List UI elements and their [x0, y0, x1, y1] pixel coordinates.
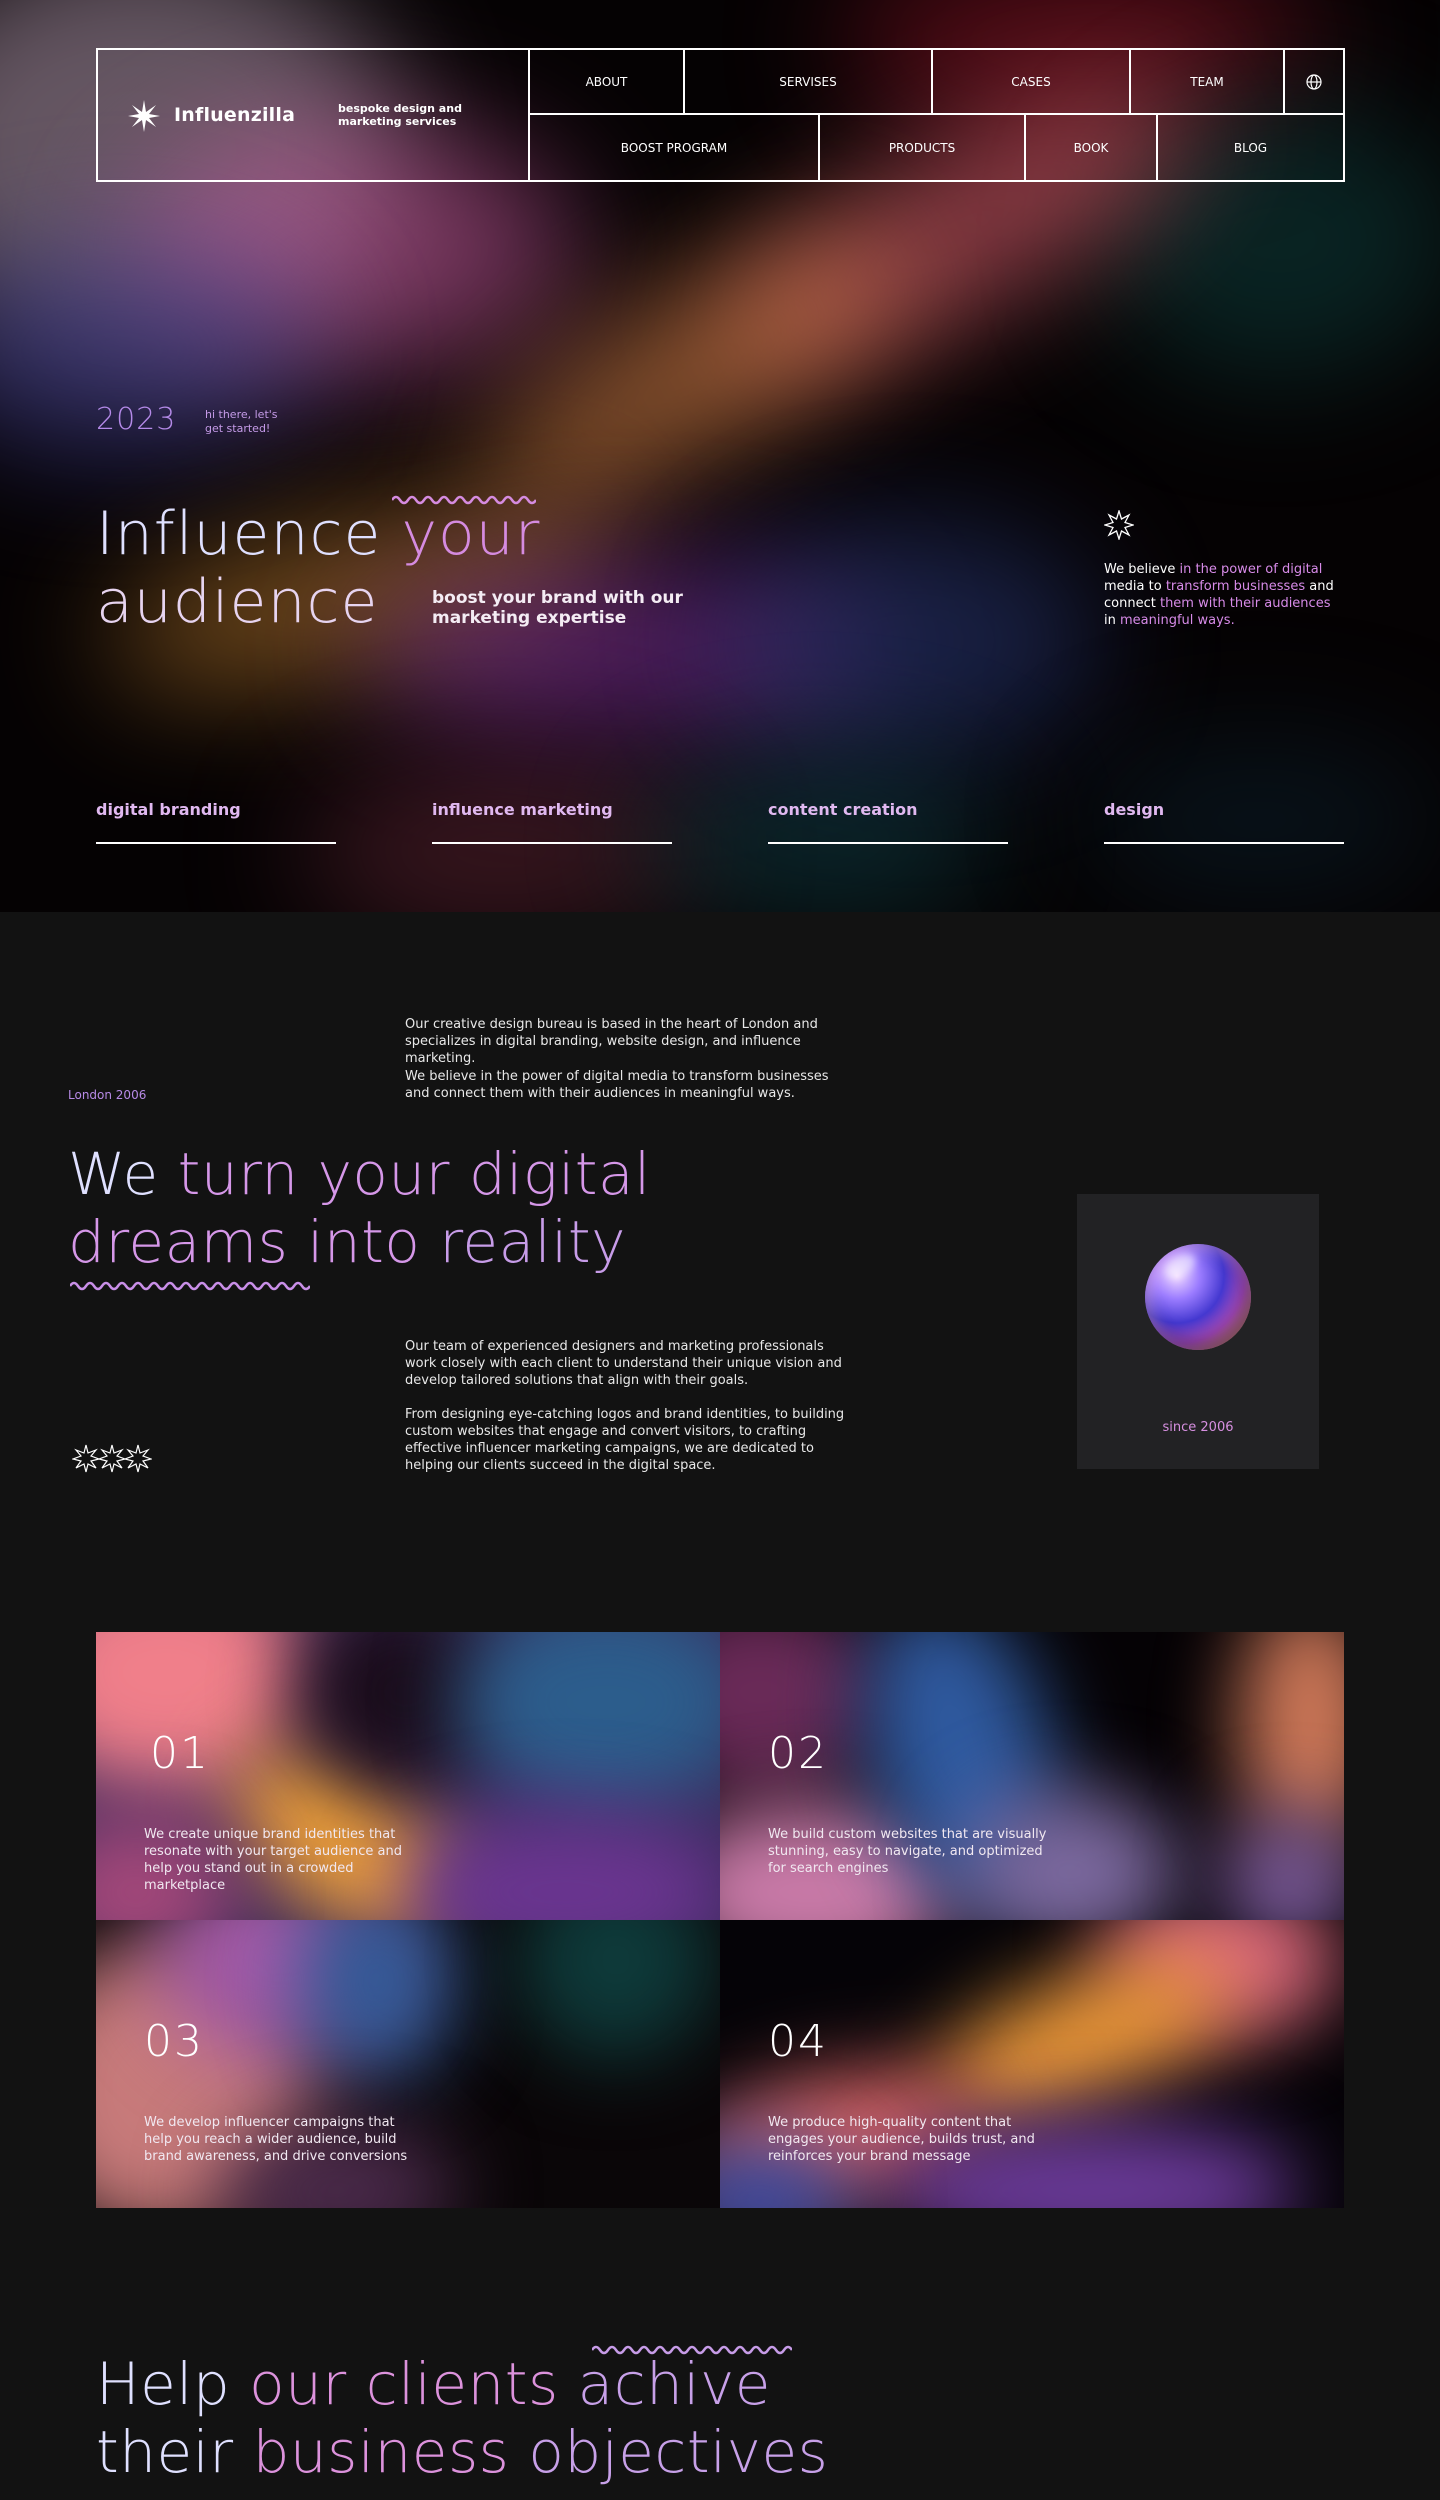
service-influence-marketing[interactable]: influence marketing	[432, 800, 672, 844]
brand-block[interactable]: Influenzilla bespoke design and marketin…	[98, 50, 530, 180]
stars-decoration-icon	[72, 1444, 152, 1473]
main-nav: Influenzilla bespoke design and marketin…	[96, 48, 1345, 182]
brand-tagline: bespoke design and marketing services	[338, 102, 462, 128]
card-description: We develop influencer campaigns that hel…	[144, 2115, 408, 2164]
about-paragraph: We believe in the power of digital media…	[405, 1069, 829, 1101]
about-title-highlight: reality	[439, 1208, 626, 1276]
service-design[interactable]: design	[1104, 800, 1344, 844]
service-label: content creation	[768, 800, 918, 819]
about-paragraph: From designing eye-catching logos and br…	[405, 1407, 845, 1473]
clients-title-part: their	[96, 2418, 253, 2486]
services-list: digital branding influence marketing con…	[96, 800, 1345, 844]
logo-star-icon	[128, 100, 160, 132]
service-card-03[interactable]: 03 We develop influencer campaigns that …	[96, 1920, 720, 2208]
service-card-01[interactable]: 01 We create unique brand identities tha…	[96, 1632, 720, 1920]
nav-item-boost-program[interactable]: BOOST PROGRAM	[528, 115, 818, 180]
hero-year: 2023	[96, 402, 177, 437]
about-paragraph: Our creative design bureau is based in t…	[405, 1017, 818, 1066]
hero-subtitle: boost your brand with our marketing expe…	[432, 588, 683, 628]
about-paragraph: Our team of experienced designers and ma…	[405, 1339, 842, 1388]
service-label: influence marketing	[432, 800, 613, 819]
hero-section: Influenzilla bespoke design and marketin…	[0, 0, 1440, 912]
since-card: since 2006	[1077, 1194, 1319, 1469]
about-title-highlight: dreams into	[68, 1208, 440, 1276]
logo-name: Influenzilla	[174, 104, 296, 126]
service-card-02[interactable]: 02 We build custom websites that are vis…	[720, 1632, 1344, 1920]
belief-text: We believe	[1104, 562, 1180, 577]
card-description: We build custom websites that are visual…	[768, 1827, 1047, 1876]
hero-greeting: hi there, let's get started!	[205, 408, 278, 435]
iridescent-sphere-image	[1145, 1244, 1251, 1350]
nav-item-services[interactable]: SERVISES	[683, 50, 931, 115]
clients-title-highlight: achive	[577, 2350, 771, 2418]
hero-title-highlight: your	[401, 499, 541, 569]
service-label: design	[1104, 800, 1165, 819]
since-label: since 2006	[1162, 1420, 1234, 1435]
service-digital-branding[interactable]: digital branding	[96, 800, 336, 844]
hero-title-part: Influence	[96, 499, 402, 569]
card-number: 04	[768, 2016, 828, 2067]
location-label: London 2006	[68, 1088, 147, 1102]
nav-item-cases[interactable]: CASES	[931, 50, 1129, 115]
clients-title-highlight: objectives	[528, 2418, 829, 2486]
globe-icon	[1306, 73, 1322, 90]
belief-highlight: them with their audiences	[1159, 596, 1331, 611]
sparkle-icon	[1104, 510, 1134, 540]
clients-title-highlight: business	[252, 2418, 529, 2486]
clients-title-part: Help	[96, 2350, 250, 2418]
nav-item-language[interactable]	[1283, 50, 1343, 115]
belief-highlight: meaningful ways.	[1119, 613, 1235, 628]
about-title-part: We	[68, 1140, 178, 1208]
nav-item-team[interactable]: TEAM	[1129, 50, 1283, 115]
squiggle-decoration	[70, 1281, 310, 1291]
clients-title-highlight: our clients	[249, 2350, 578, 2418]
hero-belief-text: We believe in the power of digital media…	[1104, 561, 1334, 629]
card-description: We create unique brand identities that r…	[144, 1827, 402, 1893]
about-title-highlight: turn your digital	[177, 1140, 651, 1208]
card-number: 01	[150, 1728, 210, 1779]
service-card-04[interactable]: 04 We produce high-quality content that …	[720, 1920, 1344, 2208]
card-number: 03	[144, 2016, 204, 2067]
clients-title: Help our clients achive their business o…	[96, 2350, 828, 2486]
service-label: digital branding	[96, 800, 241, 819]
nav-item-book[interactable]: BOOK	[1024, 115, 1156, 180]
nav-item-blog[interactable]: BLOG	[1156, 115, 1343, 180]
hero-title-line2: audience	[96, 567, 379, 637]
belief-highlight: in the power of digital	[1179, 562, 1323, 577]
belief-text: in	[1104, 613, 1120, 628]
card-description: We produce high-quality content that eng…	[768, 2115, 1035, 2164]
nav-item-about[interactable]: ABOUT	[528, 50, 683, 115]
belief-highlight: transform businesses	[1165, 579, 1306, 594]
belief-text: media to	[1104, 579, 1166, 594]
service-content-creation[interactable]: content creation	[768, 800, 1008, 844]
card-number: 02	[768, 1728, 828, 1779]
nav-item-products[interactable]: PRODUCTS	[818, 115, 1024, 180]
about-title: We turn your digital dreams into reality	[68, 1140, 651, 1276]
